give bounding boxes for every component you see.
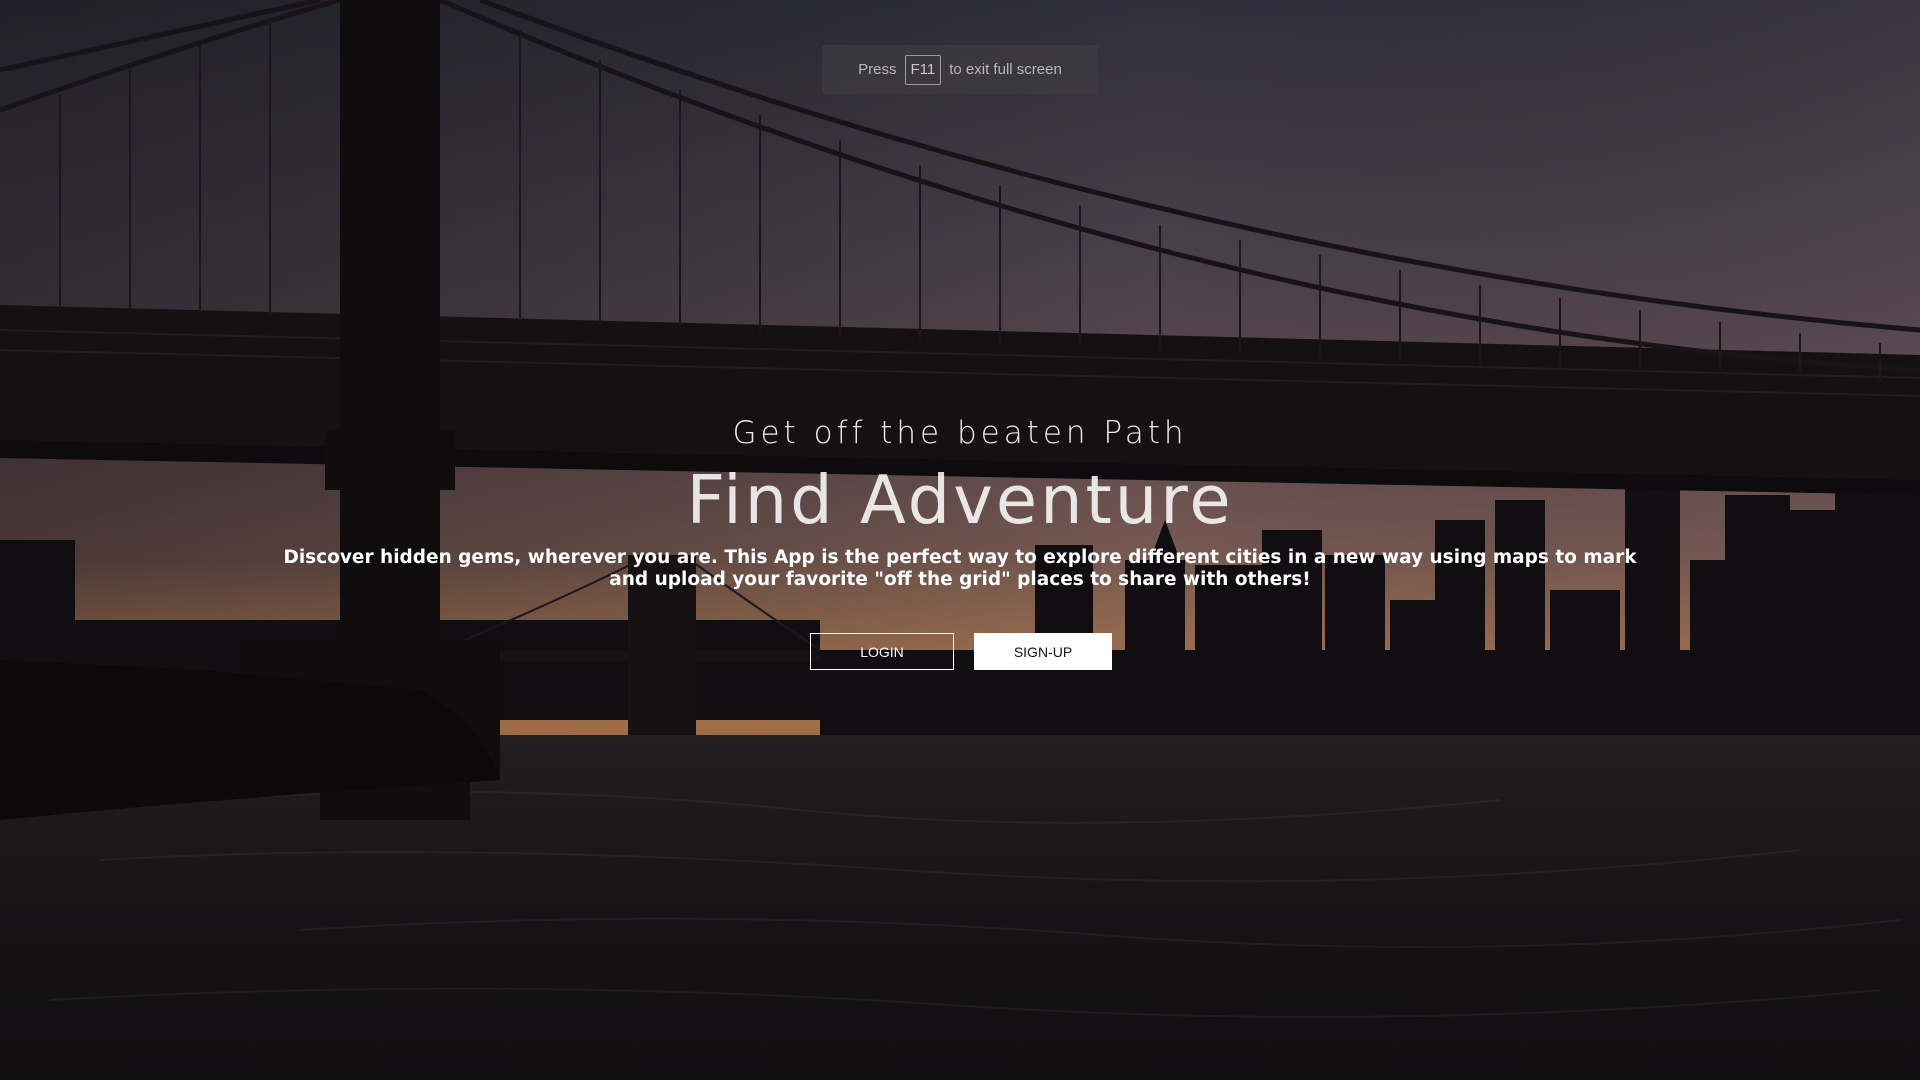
f11-key-badge: F11 bbox=[904, 54, 942, 85]
hero-headline: Find Adventure bbox=[686, 461, 1234, 539]
signup-button[interactable]: SIGN-UP bbox=[974, 633, 1112, 670]
hero-tagline: Get off the beaten Path bbox=[732, 415, 1188, 451]
landing-page: Press F11 to exit full screen Get off th… bbox=[0, 0, 1920, 1080]
hero-actions: LOGIN SIGN-UP bbox=[0, 633, 1920, 670]
fullscreen-notice: Press F11 to exit full screen bbox=[822, 45, 1098, 94]
fullscreen-notice-press: Press bbox=[858, 61, 897, 78]
hero-description: Discover hidden gems, wherever you are. … bbox=[283, 547, 1637, 590]
fullscreen-notice-suffix: to exit full screen bbox=[949, 61, 1062, 78]
background-image-bridge-skyline bbox=[0, 0, 1920, 1080]
login-button[interactable]: LOGIN bbox=[810, 633, 954, 670]
